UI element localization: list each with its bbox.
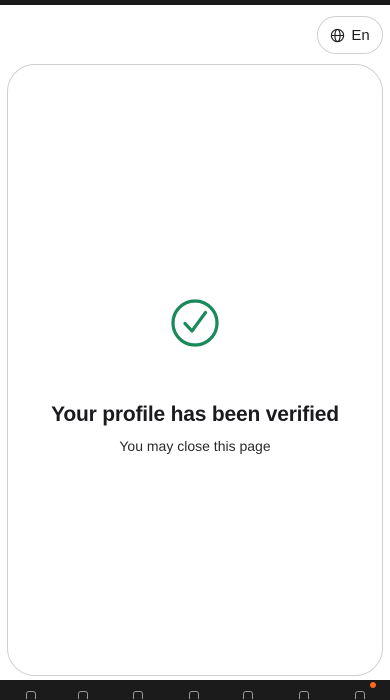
screen: En Your profile has been verified You ma… (0, 0, 390, 700)
language-selector-button[interactable]: En (317, 16, 383, 54)
verification-title: Your profile has been verified (51, 403, 339, 426)
notification-dot (370, 682, 376, 688)
assistant-icon[interactable] (243, 691, 253, 699)
top-edge (0, 0, 390, 5)
tabs-icon[interactable] (299, 691, 309, 699)
forward-icon[interactable] (78, 691, 88, 699)
sparkle-icon[interactable] (133, 691, 143, 699)
language-label: En (351, 26, 370, 44)
browser-toolbar (0, 680, 390, 700)
back-icon[interactable] (26, 691, 36, 699)
home-icon[interactable] (189, 691, 199, 699)
check-circle-icon (170, 298, 220, 348)
globe-icon (330, 28, 345, 43)
verification-subtitle: You may close this page (119, 438, 271, 454)
verification-card (7, 64, 383, 676)
menu-icon[interactable] (355, 691, 365, 699)
